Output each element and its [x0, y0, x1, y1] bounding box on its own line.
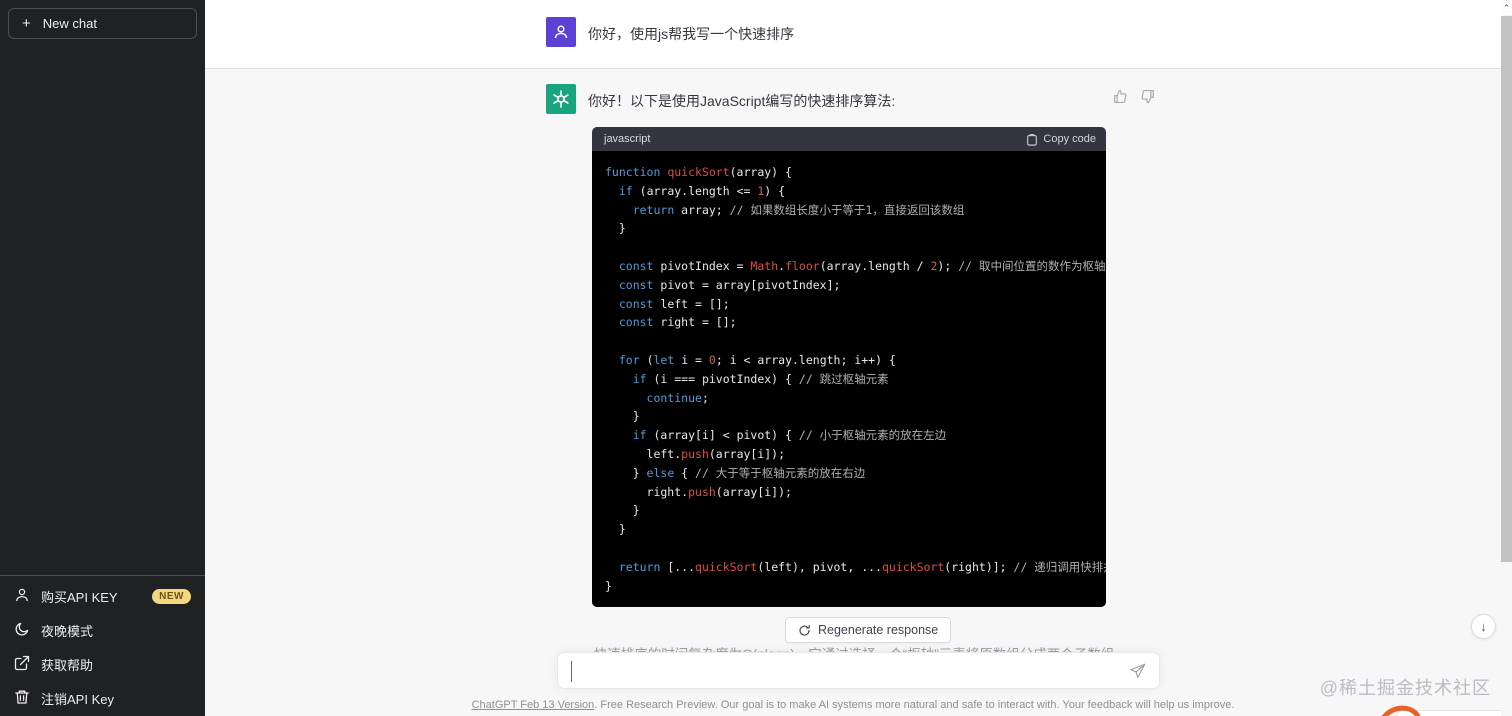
assistant-avatar — [546, 84, 576, 114]
sidebar-item-logout-api-key[interactable]: 注销API Key — [8, 681, 197, 715]
new-badge: NEW — [152, 588, 191, 604]
version-link[interactable]: ChatGPT Feb 13 Version — [472, 699, 595, 711]
sidebar-item-label: 获取帮助 — [41, 657, 94, 673]
new-chat-label: New chat — [42, 16, 97, 31]
code-content: function quickSort(array) { if (array.le… — [592, 151, 1106, 608]
thumbs-up-icon[interactable] — [1112, 88, 1129, 110]
sidebar-item-night-mode[interactable]: 夜晚模式 — [8, 613, 197, 647]
thumbs-down-icon[interactable] — [1139, 88, 1156, 110]
assistant-message: 你好！以下是使用JavaScript编写的快速排序算法: — [588, 93, 896, 109]
new-chat-button[interactable]: + New chat — [8, 8, 197, 39]
code-language-label: javascript — [604, 133, 651, 145]
sidebar: + New chat 购买API KEY NEW 夜晚模式 获取帮助 注销API… — [0, 0, 205, 716]
scroll-to-bottom-button[interactable]: ↓ — [1471, 614, 1496, 639]
person-icon — [554, 25, 568, 39]
sidebar-item-label: 夜晚模式 — [41, 623, 94, 639]
copy-code-label: Copy code — [1043, 133, 1096, 145]
openai-logo-icon — [553, 90, 569, 108]
juejin-logo-fragment — [1378, 703, 1420, 716]
trash-icon — [14, 689, 30, 708]
plus-icon: + — [22, 15, 31, 32]
copy-code-button[interactable]: Copy code — [1026, 133, 1096, 146]
user-message-row — [205, 0, 1512, 68]
feedback-buttons — [1112, 88, 1156, 110]
sidebar-item-get-help[interactable]: 获取帮助 — [8, 647, 197, 681]
scrollbar-thumb[interactable] — [1501, 16, 1512, 562]
sidebar-item-buy-api-key[interactable]: 购买API KEY NEW — [8, 579, 197, 613]
text-cursor — [571, 661, 572, 682]
code-block: javascript Copy code function quickSort(… — [592, 127, 1106, 608]
scrollbar-up-arrow-icon[interactable]: ⌃ — [1501, 1, 1512, 15]
user-avatar — [546, 17, 576, 47]
sidebar-footer: 购买API KEY NEW 夜晚模式 获取帮助 注销API Key — [0, 575, 205, 716]
footer-disclaimer: ChatGPT Feb 13 Version. Free Research Pr… — [205, 699, 1501, 711]
arrow-down-icon: ↓ — [1480, 619, 1487, 634]
page-scrollbar[interactable]: ⌃ — [1501, 0, 1512, 716]
sidebar-item-label: 注销API Key — [41, 691, 114, 707]
paper-plane-icon — [1130, 663, 1146, 678]
code-block-header: javascript Copy code — [592, 127, 1106, 151]
message-input[interactable] — [557, 652, 1160, 689]
moon-icon — [14, 621, 30, 640]
clipboard-icon — [1027, 133, 1038, 146]
watermark-text: @稀土掘金技术社区 — [1319, 678, 1491, 698]
send-button[interactable] — [1130, 663, 1146, 684]
footer-text: . Free Research Preview. Our goal is to … — [594, 699, 1235, 711]
user-icon — [14, 587, 30, 606]
regenerate-response-label: Regenerate response — [818, 623, 939, 637]
regenerate-response-button[interactable]: Regenerate response — [785, 617, 952, 643]
chatgpt-app: + New chat 购买API KEY NEW 夜晚模式 获取帮助 注销API… — [0, 0, 1512, 716]
sidebar-item-label: 购买API KEY — [41, 589, 118, 605]
refresh-icon — [799, 624, 810, 636]
user-message: 你好，使用js帮我写一个快速排序 — [588, 26, 795, 42]
external-link-icon — [14, 655, 30, 674]
